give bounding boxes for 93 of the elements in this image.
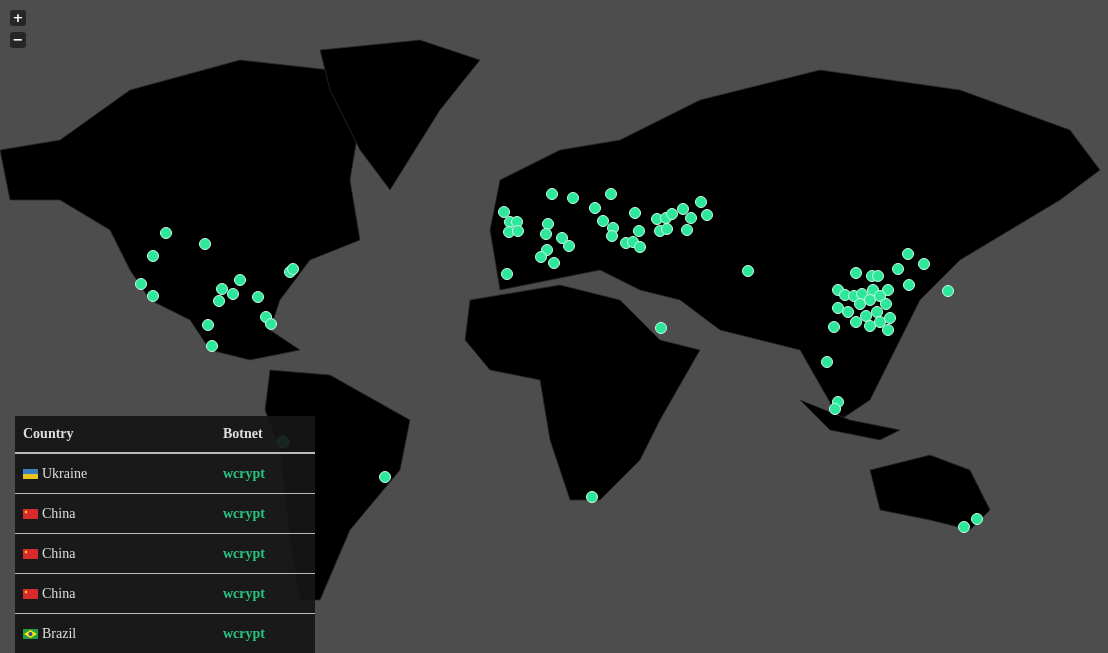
botnet-name: wcrypt [223, 465, 266, 482]
map-marker[interactable] [864, 294, 876, 306]
map-marker[interactable] [829, 403, 841, 415]
map-marker[interactable] [839, 289, 851, 301]
map-marker[interactable] [695, 196, 707, 208]
flag-icon [23, 508, 38, 519]
map-marker[interactable] [633, 225, 645, 237]
map-marker[interactable] [589, 202, 601, 214]
map-marker[interactable] [563, 240, 575, 252]
map-marker[interactable] [252, 291, 264, 303]
botnet-name: wcrypt [223, 545, 266, 562]
map-marker[interactable] [567, 192, 579, 204]
map-marker[interactable] [501, 268, 513, 280]
country-name: China [42, 505, 76, 522]
map-marker[interactable] [199, 238, 211, 250]
map-marker[interactable] [882, 284, 894, 296]
map-marker[interactable] [597, 215, 609, 227]
map-marker[interactable] [971, 513, 983, 525]
map-marker[interactable] [701, 209, 713, 221]
map-marker[interactable] [880, 298, 892, 310]
botnet-name: wcrypt [223, 625, 266, 642]
map-marker[interactable] [860, 310, 872, 322]
map-marker[interactable] [832, 302, 844, 314]
map-marker[interactable] [666, 208, 678, 220]
map-marker[interactable] [379, 471, 391, 483]
map-marker[interactable] [287, 263, 299, 275]
map-marker[interactable] [651, 213, 663, 225]
map-marker[interactable] [605, 188, 617, 200]
map-marker[interactable] [634, 241, 646, 253]
map-marker[interactable] [498, 206, 510, 218]
map-marker[interactable] [606, 230, 618, 242]
country-name: Brazil [42, 625, 77, 642]
country-name: Ukraine [42, 465, 88, 482]
map-marker[interactable] [213, 295, 225, 307]
map-marker[interactable] [942, 285, 954, 297]
map-marker[interactable] [542, 218, 554, 230]
map-marker[interactable] [655, 322, 667, 334]
map-marker[interactable] [147, 290, 159, 302]
map-marker[interactable] [541, 244, 553, 256]
map-marker[interactable] [828, 321, 840, 333]
map-marker[interactable] [842, 306, 854, 318]
map-marker[interactable] [854, 298, 866, 310]
flag-icon [23, 588, 38, 599]
map-marker[interactable] [864, 320, 876, 332]
flag-icon [23, 548, 38, 559]
country-name: China [42, 585, 76, 602]
flag-icon [23, 468, 38, 479]
map-marker[interactable] [821, 356, 833, 368]
map-marker[interactable] [160, 227, 172, 239]
botnet-name: wcrypt [223, 585, 266, 602]
map-marker[interactable] [892, 263, 904, 275]
map-marker[interactable] [685, 212, 697, 224]
map-marker[interactable] [586, 491, 598, 503]
map-marker[interactable] [874, 290, 886, 302]
map-marker[interactable] [556, 232, 568, 244]
map-marker[interactable] [216, 283, 228, 295]
map-marker[interactable] [227, 288, 239, 300]
map-marker[interactable] [871, 306, 883, 318]
map-marker[interactable] [872, 270, 884, 282]
map-marker[interactable] [135, 278, 147, 290]
map-marker[interactable] [535, 251, 547, 263]
map-marker[interactable] [512, 225, 524, 237]
column-header: Botnet [223, 426, 264, 442]
map-marker[interactable] [546, 188, 558, 200]
map-marker[interactable] [850, 316, 862, 328]
map-marker[interactable] [882, 324, 894, 336]
map-marker[interactable] [661, 223, 673, 235]
map-marker[interactable] [202, 319, 214, 331]
map-marker[interactable] [902, 248, 914, 260]
map-marker[interactable] [629, 207, 641, 219]
map-marker[interactable] [511, 216, 523, 228]
map-marker[interactable] [265, 318, 277, 330]
map-marker[interactable] [958, 521, 970, 533]
column-header: Country [23, 426, 75, 442]
map-marker[interactable] [540, 228, 552, 240]
map-marker[interactable] [677, 203, 689, 215]
country-name: China [42, 545, 76, 562]
map-marker[interactable] [884, 312, 896, 324]
botnet-name: wcrypt [223, 505, 266, 522]
map-marker[interactable] [681, 224, 693, 236]
map-marker[interactable] [548, 257, 560, 269]
map-marker[interactable] [206, 340, 218, 352]
map-marker[interactable] [147, 250, 159, 262]
map-marker[interactable] [903, 279, 915, 291]
map-marker[interactable] [234, 274, 246, 286]
flag-icon [23, 628, 38, 639]
zoom-out-button[interactable]: − [10, 32, 26, 48]
map-marker[interactable] [918, 258, 930, 270]
map-marker[interactable] [874, 316, 886, 328]
map-marker[interactable] [850, 267, 862, 279]
map-marker[interactable] [742, 265, 754, 277]
zoom-in-button[interactable]: + [10, 10, 26, 26]
map-marker[interactable] [503, 226, 515, 238]
